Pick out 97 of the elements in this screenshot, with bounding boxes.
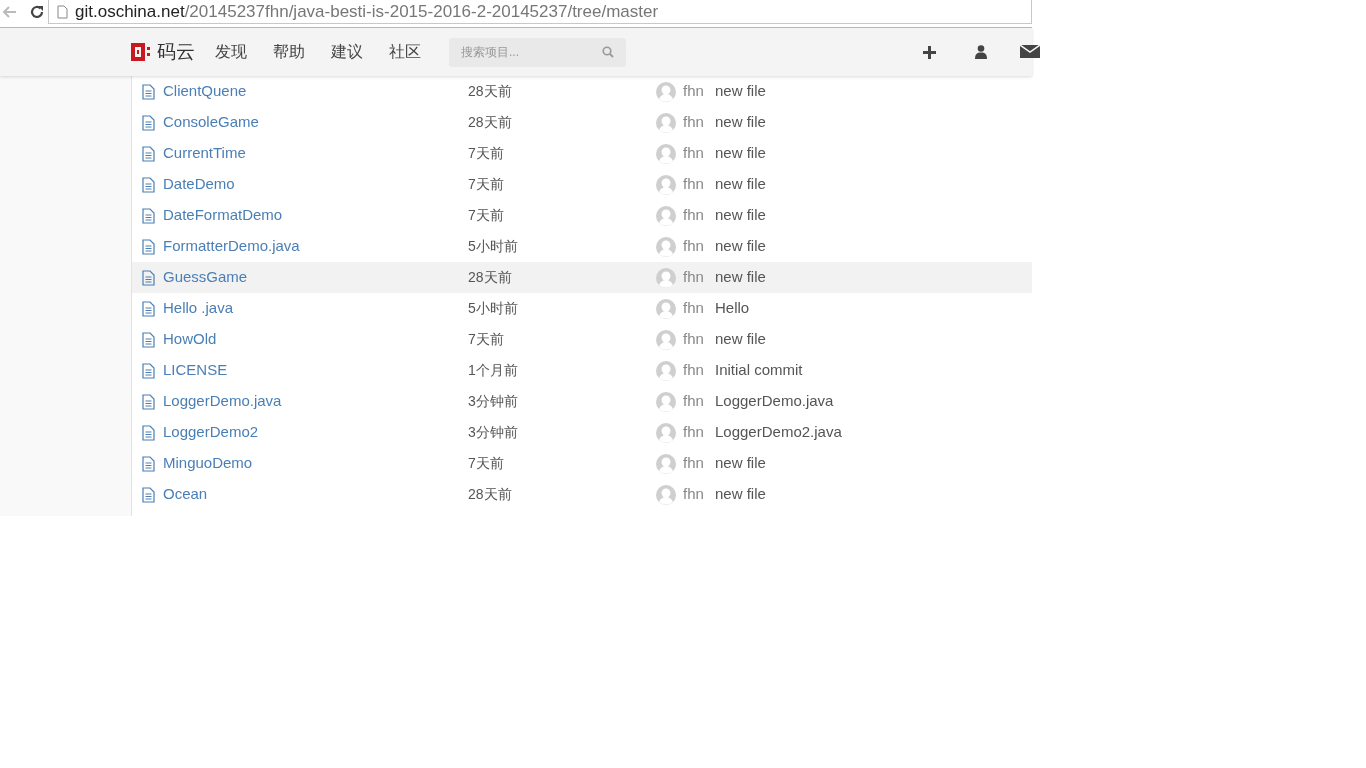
- file-icon: [142, 424, 155, 441]
- modified-time: 7天前: [468, 454, 505, 473]
- avatar-icon: [656, 484, 676, 505]
- avatar-icon: [656, 267, 676, 288]
- commit-author: fhn: [683, 391, 705, 412]
- user-icon[interactable]: [975, 45, 987, 59]
- commit-message[interactable]: new file: [715, 235, 766, 258]
- file-icon: [142, 238, 155, 255]
- commit-author: fhn: [683, 143, 705, 164]
- commit-author: fhn: [683, 267, 705, 288]
- file-name-link[interactable]: DateDemo: [163, 173, 235, 196]
- avatar-icon: [656, 391, 676, 412]
- file-icon: [142, 114, 155, 131]
- modified-time: 3分钟前: [468, 423, 519, 442]
- nav-link[interactable]: 发现: [215, 40, 247, 64]
- avatar-icon: [656, 453, 676, 474]
- modified-time: 7天前: [468, 175, 505, 194]
- commit-message[interactable]: new file: [715, 173, 766, 196]
- site-logo[interactable]: 码云: [130, 37, 195, 67]
- avatar-icon: [656, 205, 676, 226]
- avatar-icon: [656, 112, 676, 133]
- page-icon: [57, 4, 68, 19]
- file-name-link[interactable]: LICENSE: [163, 359, 228, 382]
- avatar-icon: [656, 143, 676, 164]
- commit-author: fhn: [683, 329, 705, 350]
- file-name-link[interactable]: LoggerDemo2: [163, 421, 259, 444]
- commit-message[interactable]: new file: [715, 111, 766, 134]
- commit-message[interactable]: new file: [715, 483, 766, 506]
- commit-author: fhn: [683, 81, 705, 102]
- modified-time: 28天前: [468, 82, 513, 101]
- reload-icon[interactable]: [29, 4, 45, 20]
- commit-message[interactable]: Hello: [715, 297, 750, 320]
- avatar-icon: [656, 174, 676, 195]
- file-name-link[interactable]: FormatterDemo.java: [163, 235, 300, 258]
- commit-message[interactable]: new file: [715, 142, 766, 165]
- file-name-link[interactable]: MinguoDemo: [163, 452, 253, 475]
- commit-message[interactable]: new file: [715, 328, 766, 351]
- file-icon: [142, 176, 155, 193]
- file-icon: [142, 207, 155, 224]
- commit-message[interactable]: Initial commit: [715, 359, 803, 382]
- avatar-icon: [656, 81, 676, 102]
- modified-time: 7天前: [468, 144, 505, 163]
- file-name-link[interactable]: ClientQuene: [163, 80, 247, 103]
- commit-author: fhn: [683, 360, 705, 381]
- modified-time: 5小时前: [468, 237, 519, 256]
- commit-message[interactable]: LoggerDemo2.java: [715, 421, 842, 444]
- file-name-link[interactable]: Ocean: [163, 483, 208, 506]
- commit-message[interactable]: new file: [715, 452, 766, 475]
- file-row[interactable]: GuessGame 28天前 fhn new file: [132, 262, 1032, 293]
- file-icon: [142, 362, 155, 379]
- commit-author: fhn: [683, 112, 705, 133]
- plus-icon[interactable]: [923, 45, 936, 59]
- commit-author: fhn: [683, 205, 705, 226]
- file-name-link[interactable]: CurrentTime: [163, 142, 246, 165]
- file-icon: [142, 300, 155, 317]
- commit-message[interactable]: new file: [715, 204, 766, 227]
- file-icon: [142, 393, 155, 410]
- avatar-icon: [656, 298, 676, 319]
- commit-message[interactable]: new file: [715, 80, 766, 103]
- commit-author: fhn: [683, 236, 705, 257]
- file-name-link[interactable]: Hello .java: [163, 297, 234, 320]
- nav-link[interactable]: 社区: [389, 40, 421, 64]
- modified-time: 7天前: [468, 206, 505, 225]
- commit-author: fhn: [683, 298, 705, 319]
- file-icon: [142, 486, 155, 503]
- commit-author: fhn: [683, 174, 705, 195]
- nav-link[interactable]: 建议: [331, 40, 363, 64]
- search-field[interactable]: 搜索项目...: [449, 37, 626, 67]
- file-name-link[interactable]: ConsoleGame: [163, 111, 259, 134]
- file-icon: [142, 269, 155, 286]
- modified-time: 5小时前: [468, 299, 519, 318]
- file-icon: [142, 83, 155, 100]
- nav-link[interactable]: 帮助: [273, 40, 305, 64]
- commit-author: fhn: [683, 422, 705, 443]
- file-icon: [142, 455, 155, 472]
- commit-author: fhn: [683, 484, 705, 505]
- commit-message[interactable]: LoggerDemo.java: [715, 390, 834, 413]
- file-name-link[interactable]: LoggerDemo.java: [163, 390, 282, 413]
- avatar-icon: [656, 422, 676, 443]
- modified-time: 28天前: [468, 268, 513, 287]
- commit-message[interactable]: new file: [715, 266, 766, 289]
- avatar-icon: [656, 360, 676, 381]
- modified-time: 28天前: [468, 485, 513, 504]
- file-name-link[interactable]: HowOld: [163, 328, 217, 351]
- modified-time: 3分钟前: [468, 392, 519, 411]
- logo-icon: [130, 42, 152, 62]
- file-icon: [142, 331, 155, 348]
- modified-time: 1个月前: [468, 361, 519, 380]
- mail-icon[interactable]: [1020, 45, 1040, 58]
- avatar-icon: [656, 329, 676, 350]
- modified-time: 28天前: [468, 113, 513, 132]
- commit-author: fhn: [683, 453, 705, 474]
- avatar-icon: [656, 236, 676, 257]
- file-icon: [142, 145, 155, 162]
- file-name-link[interactable]: GuessGame: [163, 266, 248, 289]
- file-name-link[interactable]: DateFormatDemo: [163, 204, 283, 227]
- modified-time: 7天前: [468, 330, 505, 349]
